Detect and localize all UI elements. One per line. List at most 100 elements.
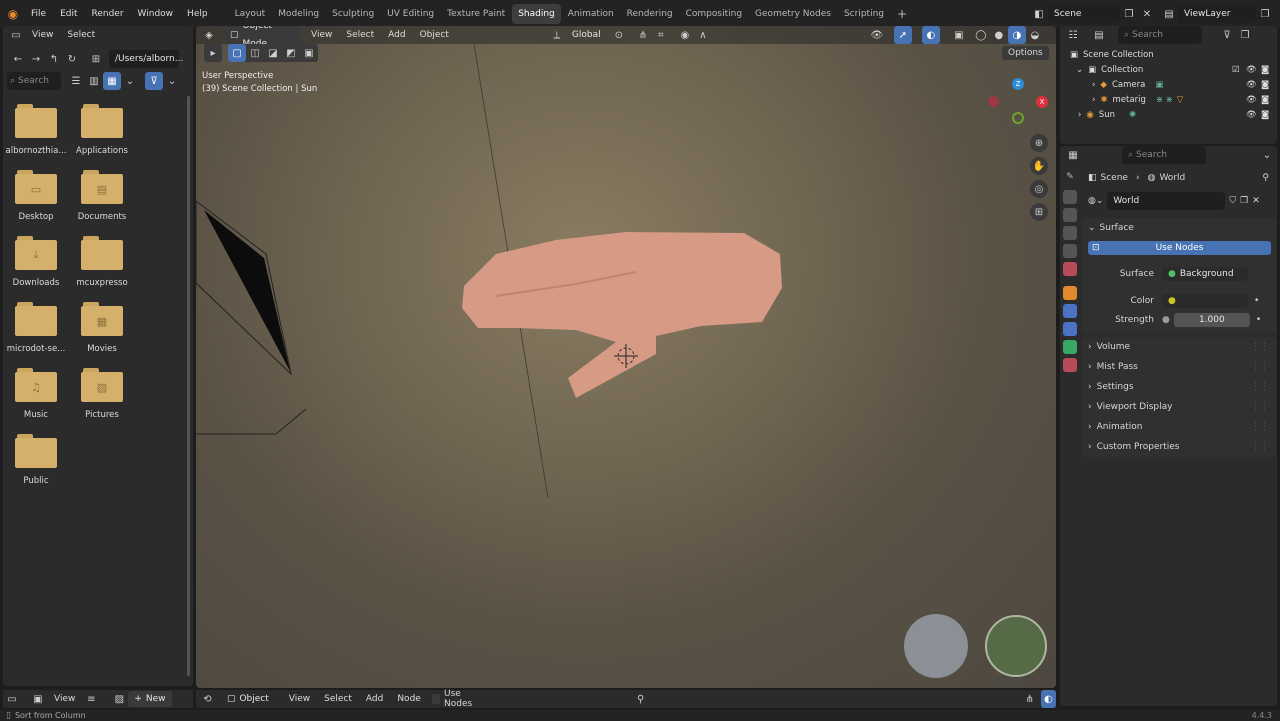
- axis-y-icon[interactable]: [1012, 112, 1024, 124]
- pin-icon[interactable]: ⚲: [1262, 173, 1269, 183]
- tab-geometry-nodes[interactable]: Geometry Nodes: [749, 4, 837, 24]
- overlay-icon[interactable]: ◐: [1041, 690, 1056, 708]
- strength-field[interactable]: 1.000: [1173, 313, 1250, 327]
- node-editor-icon[interactable]: ⟲: [200, 690, 215, 708]
- folder-item[interactable]: Public: [3, 434, 69, 486]
- folder-item[interactable]: ▦ Movies: [69, 302, 135, 354]
- chevron-right-icon[interactable]: ›: [1092, 80, 1095, 90]
- node-menu-view[interactable]: View: [282, 690, 317, 708]
- tab-modeling[interactable]: Modeling: [272, 4, 325, 24]
- shader-type-dropdown[interactable]: ▢ Object: [221, 690, 278, 708]
- collapsed-section[interactable]: › Custom Properties ⋮⋮: [1082, 437, 1277, 457]
- outliner-editor-icon[interactable]: ☷: [1064, 26, 1082, 44]
- keyframe-dot-icon[interactable]: •: [1254, 296, 1259, 306]
- constraint-tab-icon[interactable]: [1063, 322, 1077, 336]
- object-tab-icon[interactable]: [1063, 286, 1077, 300]
- folder-item[interactable]: ⤓ Downloads: [3, 236, 69, 288]
- node-menu-add[interactable]: Add: [359, 690, 390, 708]
- image-editor-icon[interactable]: ▣: [29, 690, 47, 708]
- snap-icon[interactable]: ⋔: [1022, 690, 1037, 708]
- folder-item[interactable]: microdot-se...: [3, 302, 69, 354]
- outliner-row-scene-collection[interactable]: ▣ Scene Collection: [1060, 47, 1277, 62]
- section-surface[interactable]: ⌄ Surface: [1082, 218, 1277, 238]
- menu-lines-icon[interactable]: ≡: [82, 690, 100, 708]
- data-tab-icon[interactable]: [1063, 340, 1077, 354]
- tab-scripting[interactable]: Scripting: [838, 4, 890, 24]
- node-menu-select[interactable]: Select: [317, 690, 359, 708]
- world-tab-icon[interactable]: [1063, 262, 1077, 276]
- image-browse-icon[interactable]: ▨: [110, 690, 128, 708]
- outliner-filter-icon[interactable]: ⊽: [1218, 26, 1236, 44]
- view-layer-tab-icon[interactable]: [1063, 226, 1077, 240]
- outliner-row-metarig[interactable]: › ✱ metarig ⋇ ⋇ ▽ 👁 ◙: [1060, 92, 1277, 107]
- outliner-row-camera[interactable]: › ◆ Camera ▣ 👁 ◙: [1060, 77, 1277, 92]
- delete-scene-icon[interactable]: ✕: [1138, 5, 1156, 23]
- camera-render-icon[interactable]: ◙: [1261, 65, 1269, 75]
- use-nodes-checkbox[interactable]: Use Nodes: [431, 689, 483, 709]
- node-menu-node[interactable]: Node: [390, 690, 428, 708]
- tab-uv-editing[interactable]: UV Editing: [381, 4, 440, 24]
- folder-item[interactable]: mcuxpresso: [69, 236, 135, 288]
- refresh-icon[interactable]: ↻: [63, 50, 81, 68]
- tab-layout[interactable]: Layout: [229, 4, 272, 24]
- editor-type-icon[interactable]: ▭: [7, 26, 25, 44]
- blender-logo-icon[interactable]: ◉: [4, 5, 22, 23]
- color-field[interactable]: ●: [1162, 294, 1248, 308]
- properties-editor-icon[interactable]: ▦: [1064, 146, 1082, 164]
- keyframe-dot-icon[interactable]: •: [1256, 315, 1261, 325]
- fake-user-icon[interactable]: ⛉: [1229, 196, 1236, 206]
- chevron-right-icon[interactable]: ›: [1092, 95, 1095, 105]
- back-icon[interactable]: ←: [9, 50, 27, 68]
- eye-icon[interactable]: 👁: [1246, 80, 1257, 90]
- scene-tab-icon[interactable]: [1063, 244, 1077, 258]
- surface-shader-field[interactable]: ● Background: [1162, 267, 1248, 281]
- axis-neg-x-icon[interactable]: [988, 96, 999, 107]
- display-options-icon[interactable]: ⌄: [121, 72, 139, 90]
- outliner-search-input[interactable]: ⌕ Search: [1118, 26, 1202, 44]
- folder-item[interactable]: albornozthia...: [3, 104, 69, 156]
- collapsed-section[interactable]: › Mist Pass ⋮⋮: [1082, 357, 1277, 377]
- axis-z-icon[interactable]: Z: [1012, 78, 1024, 90]
- tab-compositing[interactable]: Compositing: [680, 4, 748, 24]
- axis-x-icon[interactable]: X: [1036, 96, 1048, 108]
- thumbnails-icon[interactable]: ▦: [103, 72, 121, 90]
- path-field[interactable]: /Users/alborn...: [109, 50, 183, 68]
- viewport-3d[interactable]: ◈ ▢ Object Mode View Select Add Object ⟂…: [196, 26, 1056, 688]
- delete-view-layer-icon[interactable]: ✕: [1274, 5, 1280, 23]
- navigation-gizmo[interactable]: Z X: [986, 76, 1048, 126]
- tab-animation[interactable]: Animation: [562, 4, 620, 24]
- scene-icon[interactable]: ◧: [1030, 5, 1048, 23]
- fb-search-input[interactable]: ⌕ Search: [7, 72, 61, 90]
- drag-handle-icon[interactable]: ⋮⋮: [1251, 382, 1269, 392]
- fb-scrollbar[interactable]: [187, 96, 190, 676]
- tab-sculpting[interactable]: Sculpting: [326, 4, 380, 24]
- tool-tab-icon[interactable]: ✎: [1063, 172, 1077, 186]
- filter-icon[interactable]: ⊽: [145, 72, 163, 90]
- bottom-view-menu[interactable]: View: [47, 690, 82, 708]
- view-layer-field[interactable]: ViewLayer: [1178, 5, 1256, 23]
- collapsed-section[interactable]: › Animation ⋮⋮: [1082, 417, 1277, 437]
- camera-view-icon[interactable]: ◎: [1030, 180, 1048, 198]
- world-name-field[interactable]: World: [1107, 192, 1226, 210]
- unlink-world-icon[interactable]: ✕: [1252, 196, 1260, 206]
- ortho-grid-icon[interactable]: ⊞: [1030, 203, 1048, 221]
- folder-item[interactable]: ▭ Desktop: [3, 170, 69, 222]
- forward-icon[interactable]: →: [27, 50, 45, 68]
- tab-texture-paint[interactable]: Texture Paint: [441, 4, 511, 24]
- drag-handle-icon[interactable]: ⋮⋮: [1251, 362, 1269, 372]
- outliner-row-collection[interactable]: ⌄ ▣ Collection ☑ 👁 ◙: [1060, 62, 1277, 77]
- zoom-icon[interactable]: ⊕: [1030, 134, 1048, 152]
- tab-shading[interactable]: Shading: [512, 4, 561, 24]
- world-data-icon[interactable]: ◍⌄: [1088, 196, 1103, 206]
- collapsed-section[interactable]: › Settings ⋮⋮: [1082, 377, 1277, 397]
- properties-options-icon[interactable]: ⌄: [1258, 146, 1276, 164]
- new-folder-icon[interactable]: ⊞: [87, 50, 105, 68]
- new-world-icon[interactable]: ❐: [1240, 196, 1248, 206]
- eye-icon[interactable]: 👁: [1246, 110, 1257, 120]
- pan-hand-icon[interactable]: ✋: [1030, 157, 1048, 175]
- folder-item[interactable]: ▨ Pictures: [69, 368, 135, 420]
- folder-item[interactable]: ♫ Music: [3, 368, 69, 420]
- use-nodes-button[interactable]: ⊡ Use Nodes: [1088, 241, 1271, 255]
- outliner-row-sun[interactable]: › ◉ Sun ✺ 👁 ◙: [1060, 107, 1277, 122]
- tab-rendering[interactable]: Rendering: [621, 4, 679, 24]
